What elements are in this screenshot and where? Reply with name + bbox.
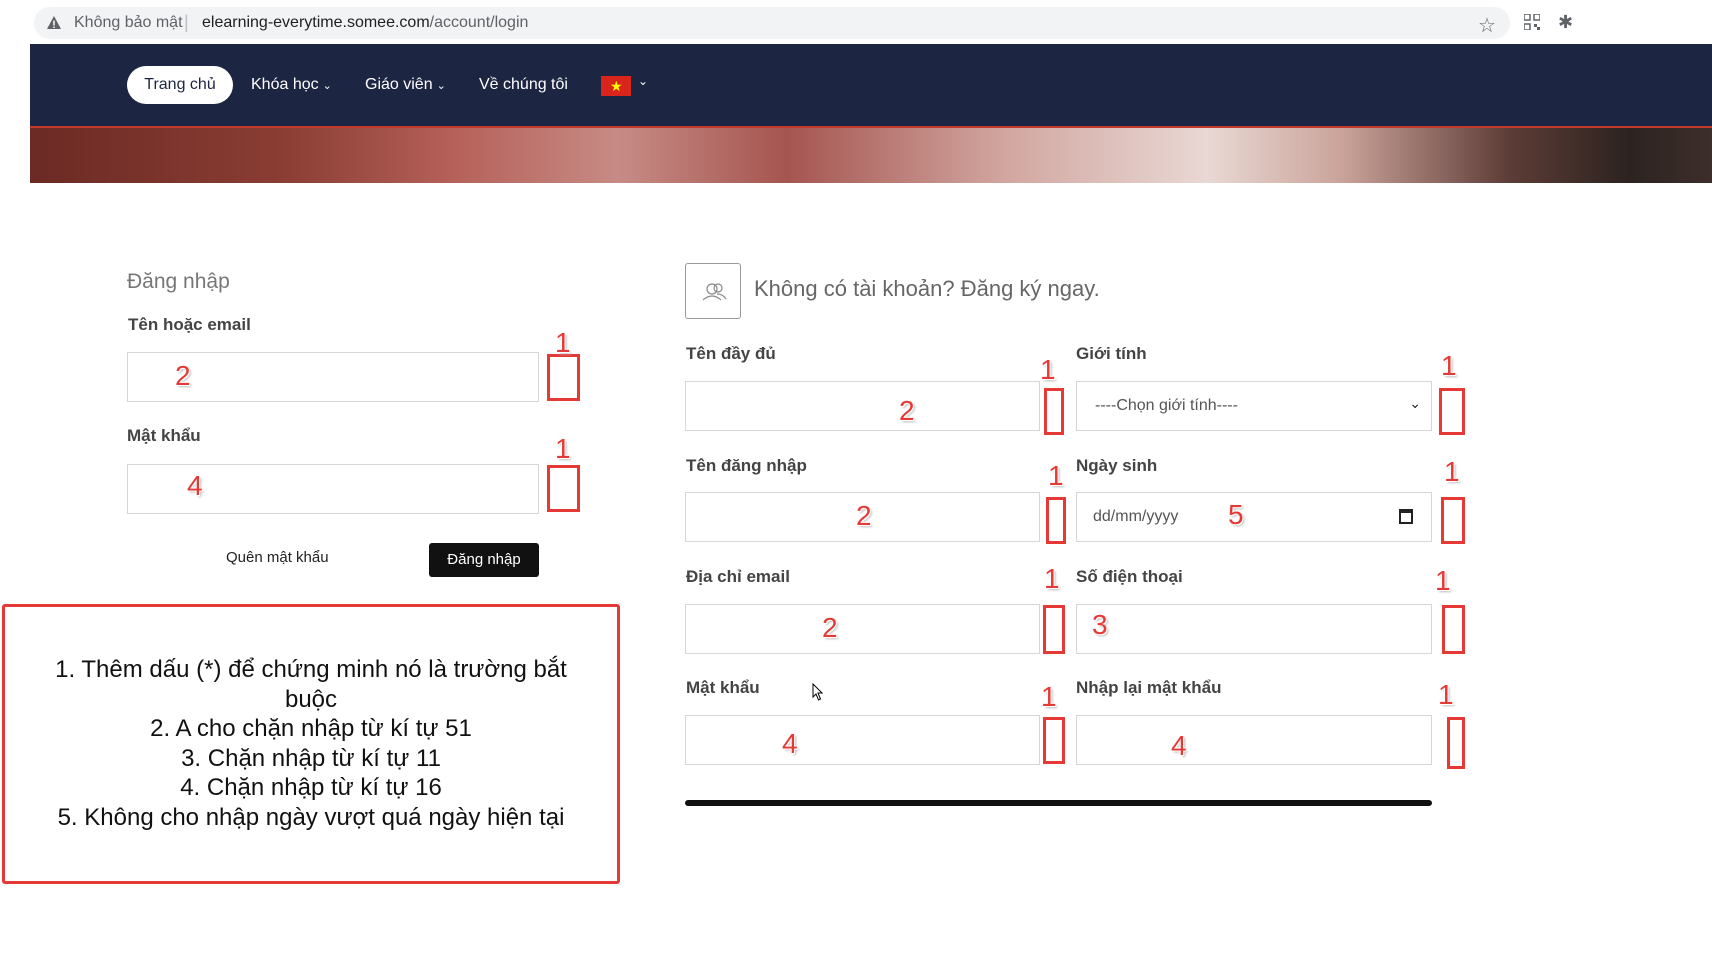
extensions-icon[interactable]: ✱ bbox=[1558, 12, 1573, 33]
annotation-box bbox=[1044, 388, 1064, 435]
nav-courses-label: Khóa học bbox=[251, 76, 319, 93]
annotation-number: 4 bbox=[782, 728, 798, 759]
fullname-input[interactable] bbox=[685, 381, 1040, 431]
annotation-box bbox=[547, 465, 580, 512]
annotation-number: 5 bbox=[1228, 499, 1244, 530]
register-submit-button[interactable] bbox=[685, 800, 1432, 806]
url-text[interactable]: elearning-everytime.somee.com/account/lo… bbox=[202, 14, 528, 32]
not-secure-label[interactable]: Không bảo mật bbox=[74, 14, 183, 32]
annotation-number: 1 bbox=[1435, 565, 1451, 596]
chevron-down-icon: ⌄ bbox=[1409, 395, 1421, 411]
annotation-number: 4 bbox=[187, 470, 203, 501]
annotation-number: 1 bbox=[1444, 456, 1460, 487]
annotation-number: 3 bbox=[1092, 609, 1108, 640]
note-line: 1. Thêm dấu (*) để chứng minh nó là trườ… bbox=[55, 656, 567, 713]
bookmark-star-icon[interactable]: ☆ bbox=[1478, 13, 1496, 38]
note-line: 4. Chặn nhập từ kí tự 16 bbox=[180, 774, 442, 801]
login-password-label: Mật khẩu bbox=[127, 426, 201, 445]
calendar-icon[interactable] bbox=[1399, 509, 1413, 524]
url-host: elearning-everytime.somee.com bbox=[202, 14, 430, 31]
annotation-number: 2 bbox=[899, 395, 915, 426]
birthday-input[interactable]: dd/mm/yyyy bbox=[1076, 492, 1432, 542]
address-separator: | bbox=[184, 12, 189, 32]
confirm-password-input[interactable] bbox=[1076, 715, 1432, 765]
address-bar[interactable]: Không bảo mật | elearning-everytime.some… bbox=[34, 7, 1510, 39]
users-icon bbox=[702, 283, 727, 301]
annotation-number: 1 bbox=[1438, 679, 1454, 710]
fullname-label: Tên đầy đủ bbox=[686, 344, 776, 363]
annotation-box bbox=[1442, 605, 1465, 654]
nav-courses[interactable]: Khóa học ⌄ bbox=[251, 66, 332, 104]
birthday-label: Ngày sinh bbox=[1076, 456, 1158, 475]
annotation-box bbox=[1043, 605, 1065, 654]
gender-selected-value: ----Chọn giới tính---- bbox=[1095, 397, 1238, 414]
nav-teachers-label: Giáo viên bbox=[365, 76, 433, 93]
annotation-box bbox=[1441, 497, 1465, 544]
annotation-number: 2 bbox=[822, 612, 838, 643]
nav-home[interactable]: Trang chủ bbox=[127, 66, 233, 104]
annotation-number: 1 bbox=[1044, 563, 1060, 594]
vietnam-flag-icon[interactable]: ★ bbox=[601, 76, 631, 96]
annotation-box bbox=[1447, 717, 1465, 769]
annotation-number: 1 bbox=[1041, 681, 1057, 712]
birthday-placeholder: dd/mm/yyyy bbox=[1093, 508, 1179, 525]
annotation-notes: 1. Thêm dấu (*) để chứng minh nó là trườ… bbox=[5, 655, 617, 832]
nav-teachers[interactable]: Giáo viên ⌄ bbox=[365, 66, 446, 104]
annotation-number: 1 bbox=[1441, 350, 1457, 381]
url-path: /account/login bbox=[429, 14, 529, 31]
register-password-label: Mật khẩu bbox=[686, 678, 760, 697]
login-title: Đăng nhập bbox=[127, 270, 230, 293]
annotation-number: 4 bbox=[1171, 730, 1187, 761]
annotation-notes-box: 1. Thêm dấu (*) để chứng minh nó là trườ… bbox=[2, 604, 620, 884]
hero-banner-image bbox=[30, 128, 1712, 183]
annotation-number: 1 bbox=[555, 327, 571, 358]
annotation-number: 1 bbox=[555, 433, 571, 464]
register-icon-box bbox=[685, 263, 741, 319]
qr-code-icon[interactable] bbox=[1524, 14, 1540, 30]
note-line: 5. Không cho nhập ngày vượt quá ngày hiệ… bbox=[57, 803, 565, 831]
chevron-down-icon: ⌄ bbox=[436, 80, 446, 92]
register-password-input[interactable] bbox=[685, 715, 1040, 765]
login-username-label: Tên hoặc email bbox=[128, 315, 251, 334]
login-button[interactable]: Đăng nhập bbox=[429, 543, 539, 577]
chevron-down-icon: ⌄ bbox=[322, 80, 332, 92]
forgot-password-link[interactable]: Quên mật khẩu bbox=[226, 549, 329, 566]
register-title: Không có tài khoản? Đăng ký ngay. bbox=[754, 276, 1100, 301]
phone-label: Số điện thoại bbox=[1076, 567, 1183, 586]
note-line: 3. Chặn nhập từ kí tự 11 bbox=[181, 744, 441, 772]
gender-select[interactable]: ----Chọn giới tính---- ⌄ bbox=[1076, 381, 1432, 431]
note-line: 2. A cho chặn nhập từ kí tự 51 bbox=[150, 715, 472, 742]
nav-about[interactable]: Về chúng tôi bbox=[479, 66, 568, 104]
annotation-box bbox=[547, 354, 580, 401]
annotation-number: 1 bbox=[1048, 460, 1064, 491]
mouse-cursor-icon bbox=[812, 683, 824, 701]
browser-toolbar: Không bảo mật | elearning-everytime.some… bbox=[0, 0, 1712, 48]
main-navbar: Trang chủ Khóa học ⌄ Giáo viên ⌄ Về chúng … bbox=[30, 44, 1712, 128]
warning-icon bbox=[47, 16, 61, 29]
language-chevron-icon[interactable]: ⌄ bbox=[638, 74, 648, 88]
confirm-password-label: Nhập lại mật khẩu bbox=[1076, 678, 1222, 697]
gender-label: Giới tính bbox=[1076, 344, 1147, 363]
annotation-box bbox=[1046, 497, 1066, 544]
email-input[interactable] bbox=[685, 604, 1040, 654]
annotation-number: 2 bbox=[175, 360, 191, 391]
annotation-number: 2 bbox=[856, 500, 872, 531]
annotation-box bbox=[1439, 388, 1465, 435]
annotation-box bbox=[1043, 717, 1065, 764]
phone-input[interactable] bbox=[1076, 604, 1432, 654]
email-label: Địa chỉ email bbox=[686, 567, 790, 586]
username-label: Tên đăng nhập bbox=[686, 456, 807, 475]
annotation-number: 1 bbox=[1040, 354, 1056, 385]
